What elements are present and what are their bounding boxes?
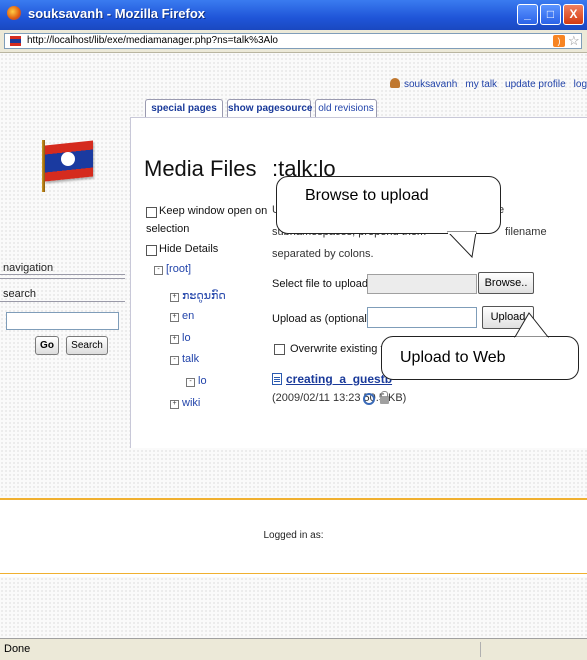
url-field[interactable]: http://localhost/lib/exe/mediamanager.ph… [4,33,582,49]
go-button[interactable]: Go [35,336,59,355]
footer-divider [0,573,587,574]
url-text: http://localhost/lib/exe/mediamanager.ph… [27,35,278,46]
tree-item-root[interactable]: - [root] [154,263,191,275]
select-file-label: Select file to upload: [272,278,372,290]
rss-icon[interactable]: ) [553,35,565,47]
browse-button[interactable]: Browse.. [478,272,534,294]
flag-disc [61,152,75,166]
collapse-icon[interactable]: - [154,266,163,275]
media-file-link[interactable]: creating_a_guestb [286,372,392,386]
tab-show-pagesource[interactable]: show pagesource [227,99,312,117]
tree-item-talk[interactable]: - talk [170,353,199,365]
keep-open-label: Keep window open on [159,205,268,217]
divider [0,274,125,275]
file-icon [272,373,282,385]
search-button[interactable]: Search [66,336,108,355]
logged-in-text: Logged in as: [263,530,324,541]
upload-as-input[interactable] [367,307,477,328]
my-talk-link[interactable]: my talk [465,79,497,90]
page-background-bottom [0,577,587,638]
collapse-icon[interactable]: - [186,378,195,387]
window-title: souksavanh - Mozilla Firefox [28,6,205,21]
status-text: Done [4,643,31,655]
navigation-heading: navigation [3,262,54,274]
expand-icon[interactable]: + [170,293,179,302]
site-flag-icon [10,36,21,46]
user-icon [390,78,400,88]
search-input[interactable] [6,312,119,330]
window-titlebar: souksavanh - Mozilla Firefox _ □ X [0,0,587,30]
user-link[interactable]: souksavanh [390,78,457,90]
expand-icon[interactable]: + [170,400,179,409]
tab-old-revisions[interactable]: old revisions [315,99,377,117]
expand-icon[interactable]: + [170,335,179,344]
hide-details-checkbox[interactable] [146,245,157,256]
expand-icon[interactable]: + [170,313,179,322]
tree-item-en[interactable]: + en [170,310,194,322]
magnifier-icon[interactable] [363,393,375,405]
upload-as-label: Upload as (optional): [272,313,374,325]
status-bar: Done [0,638,587,660]
tree-item-lo[interactable]: + lo [170,332,191,344]
address-bar: http://localhost/lib/exe/mediamanager.ph… [0,30,587,53]
divider [0,301,125,302]
upload-button[interactable]: Upload [482,306,534,329]
callout-upload-to-web: Upload to Web [381,336,579,380]
logout-link[interactable]: logout [574,79,587,90]
page-title: Media Files [144,156,257,181]
tree-item-talk-lo[interactable]: - lo [186,375,207,387]
minimize-button[interactable]: _ [517,4,538,25]
divider [0,278,125,279]
footer-divider [0,498,587,500]
user-bar: souksavanh my talk update profile logout [390,78,587,90]
tree-item-lao[interactable]: + ກະດູນກົດ [170,289,226,302]
intro-text: separated by colons. [272,248,374,260]
search-heading: search [3,288,37,300]
maximize-button[interactable]: □ [540,4,561,25]
lock-icon[interactable] [380,391,389,404]
close-button[interactable]: X [563,4,584,25]
file-path-field[interactable] [367,274,477,294]
overwrite-checkbox[interactable] [274,344,285,355]
keep-open-label-cont: selection [146,223,190,235]
tree-item-wiki[interactable]: + wiki [170,397,200,409]
collapse-icon[interactable]: - [170,356,179,365]
overwrite-label: Overwrite existing f [290,343,384,355]
tab-special-pages[interactable]: special pages [145,99,223,117]
callout-browse-to-upload: Browse to upload [276,176,501,234]
intro-text: filename [505,226,547,238]
status-divider [480,642,481,657]
bookmark-star-icon[interactable]: ☆ [568,33,580,49]
firefox-icon [7,6,21,20]
keep-open-checkbox[interactable] [146,207,157,218]
hide-details-label: Hide Details [159,243,219,255]
update-profile-link[interactable]: update profile [505,79,566,90]
